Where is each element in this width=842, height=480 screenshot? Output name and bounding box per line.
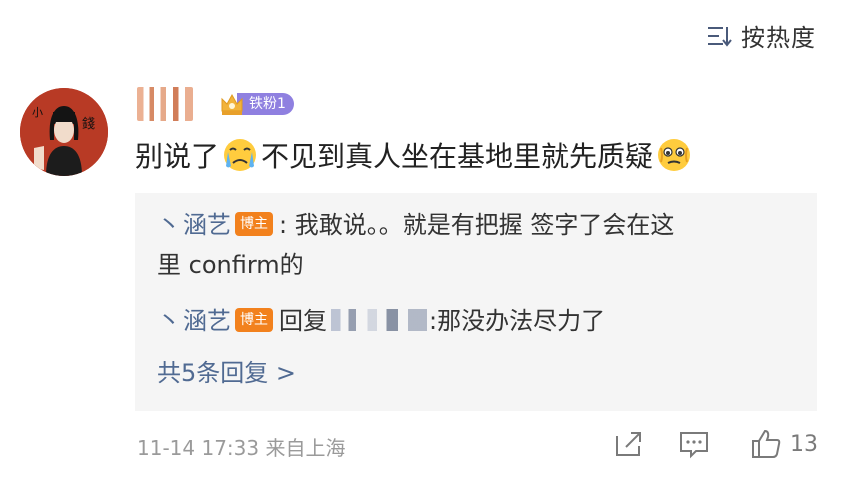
comment-text-part2: 不见到真人坐在基地里就先质疑 (261, 140, 654, 173)
blogger-badge: 博主 (235, 308, 273, 332)
fan-badge[interactable]: 铁粉1 (219, 92, 294, 116)
like-count: 13 (790, 431, 818, 457)
fan-badge-label: 铁粉1 (237, 93, 294, 115)
sort-icon (708, 26, 732, 47)
replies-panel: 丶涵艺 博主: 我敢说。。就是有把握 签字了会在这 里 confirm的 丶涵艺博… (135, 193, 817, 411)
reply-prefix: 丶 (157, 211, 181, 239)
sort-label: 按热度 (741, 24, 816, 52)
crown-icon (221, 93, 243, 115)
crying-face-emoji-icon (224, 139, 257, 171)
reply-word: 回复 (279, 307, 327, 335)
reply-item: 丶涵艺 博主: 我敢说。。就是有把握 签字了会在这 里 confirm的 (157, 205, 674, 285)
reply-prefix: 丶 (157, 307, 181, 335)
reply-text: :那没办法尽力了 (429, 307, 606, 335)
sort-by-hot-button[interactable]: 按热度 (707, 18, 816, 53)
comment-text-part1: 别说了 (135, 140, 220, 173)
share-icon (616, 432, 641, 456)
reply-text-continued: 里 confirm的 (157, 251, 304, 279)
comment-button[interactable] (678, 429, 710, 459)
reply-item: 丶涵艺 博主 回复 :那没办法尽力了 (157, 301, 605, 341)
comment-header: 铁粉1 (137, 84, 294, 124)
reply-author-name[interactable]: 涵艺 (183, 211, 231, 239)
share-button[interactable] (614, 430, 644, 458)
comment-body: 别说了 不见到真人坐在基地里就先质疑 (135, 135, 695, 175)
comment-icon (680, 432, 708, 459)
avatar-text-right: 錢 (82, 116, 95, 132)
timestamp-location: 11-14 17:33 来自上海 (137, 436, 346, 460)
avatar-text-left: 小 (32, 106, 43, 119)
username-masked[interactable] (137, 87, 193, 121)
avatar[interactable]: 小 錢 (20, 88, 108, 176)
reply-author-name[interactable]: 涵艺 (183, 307, 231, 335)
holding-back-tears-emoji-icon (658, 139, 691, 171)
reply-text: : 我敢说。。就是有把握 签字了会在这 (279, 211, 675, 239)
view-more-replies-link[interactable]: 共5条回复 > (157, 353, 296, 388)
masked-username[interactable] (331, 309, 427, 331)
thumbs-up-icon (752, 429, 781, 458)
comment-actions: 13 (614, 428, 818, 460)
blogger-badge: 博主 (235, 212, 273, 236)
like-button[interactable]: 13 (750, 428, 818, 460)
